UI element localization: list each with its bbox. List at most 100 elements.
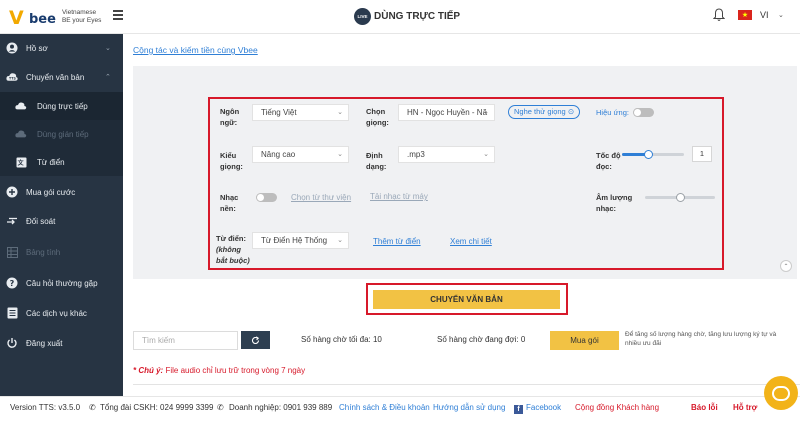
logo-tagline-2: BE your Eyes	[61, 17, 102, 24]
chevron-down-icon: ⌄	[337, 109, 343, 116]
speed-input[interactable]: 1	[692, 146, 712, 162]
view-detail-link[interactable]: Xem chi tiết	[450, 237, 492, 246]
sidebar-item-direct-use[interactable]: Dùng trực tiếp	[0, 92, 123, 120]
sidebar-item-label: Đối soát	[26, 216, 56, 226]
max-queue-text: Số hàng chờ tối đa: 10	[301, 335, 382, 344]
speed-slider[interactable]	[622, 150, 684, 159]
chat-bubble-inner	[772, 385, 790, 401]
footer-support-link[interactable]: Hỗ trợ	[733, 403, 757, 412]
format-select[interactable]: .mp3 ⌄	[398, 146, 495, 163]
language-label-1: Ngôn	[220, 107, 240, 116]
note-prefix: * Chú ý:	[133, 366, 164, 375]
language-selector[interactable]: VI	[760, 10, 769, 20]
buy-package-note: Để tăng số lượng hàng chờ, tăng lưu lượn…	[625, 331, 777, 347]
voice-type-value: Nâng cao	[261, 150, 296, 159]
sidebar-item-indirect-use[interactable]: Dùng gián tiếp	[0, 120, 123, 148]
volume-slider[interactable]	[645, 193, 715, 202]
sidebar-item-label: Dùng trực tiếp	[37, 101, 88, 111]
chat-bubble-icon[interactable]	[764, 376, 798, 410]
refresh-icon	[251, 335, 260, 344]
sidebar-item-faq[interactable]: ? Câu hỏi thường gặp	[0, 269, 123, 297]
music-label-1: Nhạc	[220, 193, 239, 202]
dictionary-label: Từ điển: (không bắt buộc)	[216, 233, 250, 266]
sidebar-item-buy-package[interactable]: Mua gói cước	[0, 178, 123, 206]
svg-text:TTS: TTS	[9, 76, 16, 80]
sidebar-item-logout[interactable]: Đăng xuất	[0, 329, 123, 357]
top-bar: V bee Vietnamese BE your Eyes LIVE DÙNG …	[0, 0, 800, 34]
footer-facebook-link[interactable]: f Facebook	[514, 403, 561, 414]
sidebar-item-text-to-speech[interactable]: TTS Chuyển văn bản ⌃	[0, 63, 123, 91]
voice-type-label-1: Kiểu	[220, 151, 237, 160]
sidebar-item-spreadsheet[interactable]: Bảng tính	[0, 238, 123, 266]
collab-link[interactable]: Cộng tác và kiếm tiền cùng Vbee	[133, 45, 258, 55]
effect-toggle[interactable]	[633, 108, 654, 117]
voice-select[interactable]: HN - Ngọc Huyền - Nă ⌄	[398, 104, 495, 121]
footer-facebook-label: Facebook	[526, 403, 562, 412]
chevron-down-icon: ⌄	[337, 151, 343, 158]
music-toggle[interactable]	[256, 193, 277, 202]
facebook-icon: f	[514, 405, 523, 414]
volume-slider-knob[interactable]	[676, 193, 685, 202]
speed-label: Tốc độ đọc:	[596, 150, 621, 172]
sidebar-item-label: Đăng xuất	[26, 338, 63, 348]
voice-type-label: Kiểu giọng:	[220, 150, 243, 172]
footer-report-link[interactable]: Báo lỗi	[691, 403, 718, 412]
bell-icon[interactable]	[713, 8, 725, 22]
music-label-2: nền:	[220, 204, 236, 213]
storage-note: * Chú ý: File audio chỉ lưu trữ trong vò…	[133, 366, 305, 375]
footer-community-link[interactable]: Cộng đồng Khách hàng	[575, 403, 659, 412]
history-table	[133, 384, 800, 396]
sidebar-item-label: Hồ sơ	[26, 43, 48, 53]
svg-text:?: ?	[10, 279, 15, 288]
speed-slider-knob[interactable]	[644, 150, 654, 159]
music-label: Nhạc nền:	[220, 192, 238, 214]
voice-label-2: giọng:	[366, 118, 389, 127]
format-value: .mp3	[407, 150, 425, 159]
sidebar-item-other-services[interactable]: Các dịch vụ khác	[0, 299, 123, 327]
live-icon: LIVE	[354, 8, 371, 25]
footer-hotline: Tổng đài CSKH: 024 9999 3399	[100, 403, 214, 412]
voice-type-label-2: giọng:	[220, 162, 243, 171]
phone-icon: ✆	[89, 403, 96, 412]
add-dictionary-link[interactable]: Thêm từ điển	[373, 237, 421, 246]
voice-label-1: Chọn	[366, 107, 386, 116]
footer-policy-link[interactable]: Chính sách & Điều khoản	[339, 403, 430, 412]
search-input[interactable]: Tìm kiếm	[133, 331, 238, 350]
convert-text-button[interactable]: CHUYỂN VĂN BẢN	[373, 290, 560, 309]
dictionary-optional-1: (không	[216, 245, 241, 254]
refresh-button[interactable]	[241, 331, 270, 349]
transfer-icon	[6, 215, 18, 227]
footer-guide-link[interactable]: Hướng dẫn sử dụng	[433, 403, 505, 412]
list-icon	[6, 307, 18, 319]
voice-label: Chọn giọng:	[366, 106, 389, 128]
user-circle-icon	[6, 42, 18, 54]
listen-sample-button[interactable]: Nghe thử giọng ⊙	[508, 105, 581, 119]
logo-mark: V	[9, 7, 24, 29]
dictionary-select[interactable]: Từ Điển Hệ Thống ⌄	[252, 232, 349, 249]
language-label-2: ngữ:	[220, 118, 238, 127]
vbee-logo[interactable]: V bee Vietnamese BE your Eyes	[9, 5, 101, 29]
choose-library-link[interactable]: Chọn từ thư viện	[291, 193, 351, 202]
footer-business: Doanh nghiệp: 0901 939 889	[229, 403, 333, 412]
upload-music-link[interactable]: Tải nhạc từ máy	[370, 192, 428, 201]
scroll-up-icon[interactable]: ⌃	[780, 260, 792, 272]
format-label-1: Định	[366, 151, 383, 160]
sidebar-item-dictionary[interactable]: 文 Từ điển	[0, 148, 123, 176]
note-text: File audio chỉ lưu trữ trong vòng 7 ngày	[163, 366, 306, 375]
plus-circle-icon	[6, 186, 18, 198]
chevron-down-icon: ⌄	[105, 45, 111, 52]
language-select[interactable]: Tiếng Việt ⌄	[252, 104, 349, 121]
sidebar-item-profile[interactable]: Hồ sơ ⌄	[0, 34, 123, 62]
chevron-down-icon: ⌄	[483, 151, 489, 158]
sidebar-item-reconcile[interactable]: Đối soát	[0, 207, 123, 235]
chevron-down-icon[interactable]: ⌄	[778, 11, 784, 19]
menu-toggle-icon[interactable]	[113, 10, 123, 20]
buy-package-button[interactable]: Mua gói	[550, 331, 619, 350]
voice-type-select[interactable]: Nâng cao ⌄	[252, 146, 349, 163]
chevron-down-icon: ⌄	[337, 237, 343, 244]
vietnam-flag-icon[interactable]: ★	[738, 10, 752, 20]
language-value: Tiếng Việt	[261, 108, 297, 117]
phone-icon: ✆	[217, 403, 224, 412]
dictionary-label-text: Từ điển:	[216, 234, 247, 243]
sidebar-item-label: Câu hỏi thường gặp	[26, 278, 98, 288]
